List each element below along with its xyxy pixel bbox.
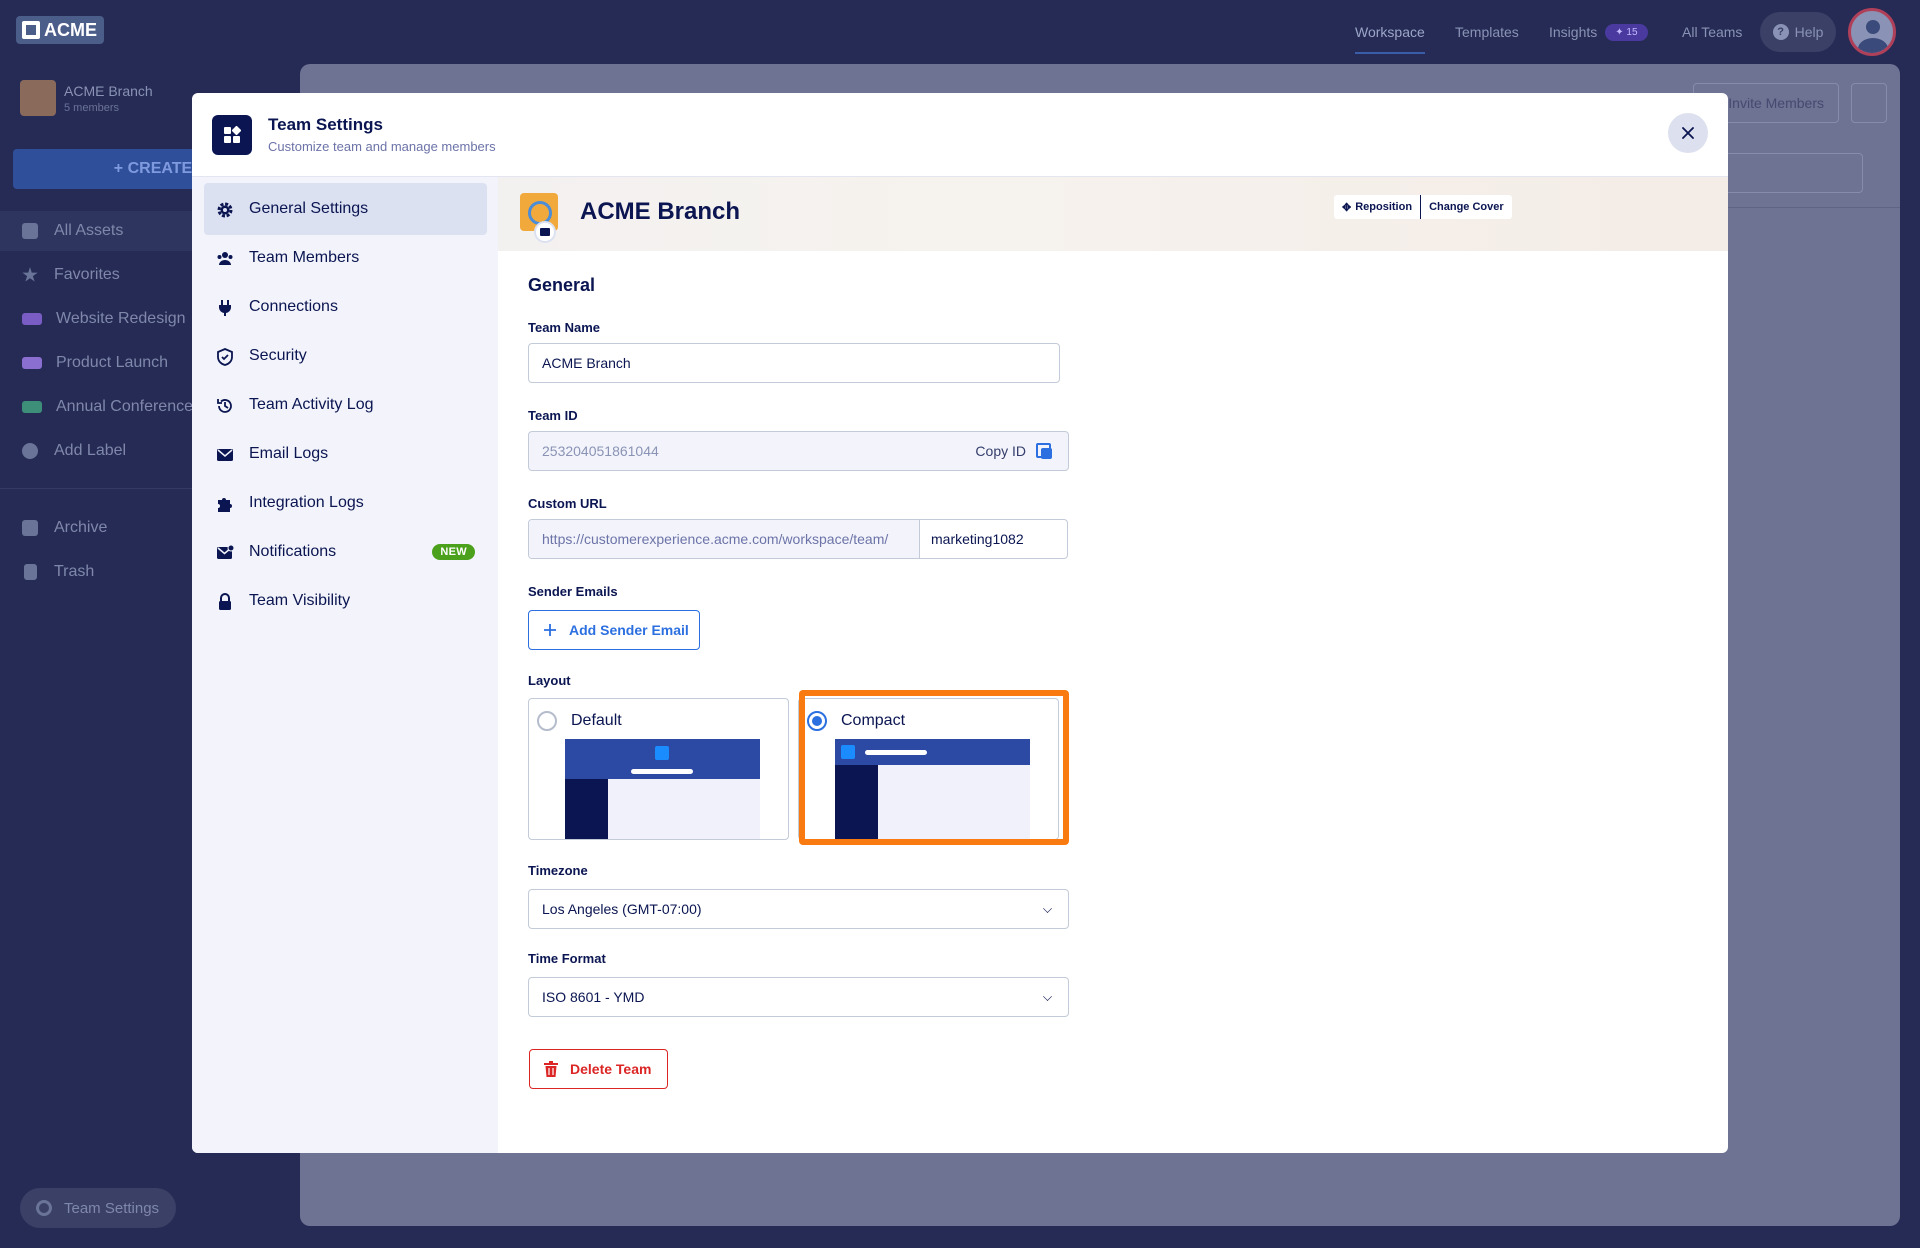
history-icon [217, 399, 232, 413]
copy-icon [1036, 443, 1052, 459]
chevron-down-icon [1043, 904, 1052, 913]
nav-templates[interactable]: Templates [1455, 0, 1519, 64]
section-heading-general: General [528, 275, 596, 295]
layout-compact-label: Compact [841, 712, 906, 729]
settings-nav: General Settings Team Members Connection… [192, 177, 498, 1153]
custom-url-label: Custom URL [528, 496, 607, 511]
chevron-down-icon [1043, 992, 1052, 1001]
gear-icon [217, 202, 233, 218]
label-icon [22, 313, 42, 325]
insights-badge: ✦ 15 [1605, 23, 1648, 41]
layout-compact-radio[interactable] [807, 711, 827, 731]
layout-compact-preview [835, 739, 1030, 839]
nav-integration-logs[interactable]: Integration Logs [204, 477, 487, 529]
change-avatar-icon[interactable] [534, 221, 556, 243]
copy-id-button[interactable]: Copy ID [975, 432, 1052, 470]
nav-security[interactable]: Security [204, 330, 487, 382]
plus-icon [544, 624, 556, 636]
layout-option-compact[interactable]: Compact [798, 698, 1059, 840]
gear-icon [36, 1200, 52, 1216]
nav-team-members[interactable]: Team Members [204, 232, 487, 284]
puzzle-icon [218, 498, 232, 512]
nav-email-logs[interactable]: Email Logs [204, 428, 487, 480]
reposition-button[interactable]: ✥ Reposition [1334, 195, 1420, 219]
team-thumbnail[interactable] [20, 80, 56, 116]
help-button[interactable]: ? Help [1760, 12, 1836, 52]
refresh-icon[interactable] [1851, 83, 1887, 123]
nav-notifications[interactable]: Notifications NEW [204, 526, 487, 578]
users-icon [217, 252, 233, 265]
timezone-label: Timezone [528, 863, 588, 878]
modal-subtitle: Customize team and manage members [268, 139, 496, 154]
cover-actions: ✥ Reposition Change Cover [1334, 195, 1512, 219]
timezone-select[interactable]: Los Angeles (GMT-07:00) [528, 889, 1069, 929]
cover-team-name: ACME Branch [580, 198, 741, 225]
team-id-field: 253204051861044 Copy ID [528, 431, 1069, 471]
acme-logo[interactable]: ACME [16, 16, 104, 44]
nav-insights-label: Insights [1549, 24, 1598, 40]
settings-content: ACME Branch ✥ Reposition Change Cover Gen… [498, 177, 1728, 1153]
change-cover-button[interactable]: Change Cover [1421, 195, 1512, 219]
lock-icon [219, 593, 231, 610]
time-format-select[interactable]: ISO 8601 - YMD [528, 977, 1069, 1017]
nav-workspace[interactable]: Workspace [1355, 0, 1425, 64]
label-icon [22, 401, 42, 413]
custom-url-slug-input[interactable]: marketing1082 [920, 520, 1067, 558]
time-format-label: Time Format [528, 951, 606, 966]
team-members-count: 5 members [64, 102, 120, 114]
shield-icon [217, 348, 233, 366]
modal-header: Team Settings Customize team and manage … [192, 93, 1728, 177]
custom-url-prefix: https://customerexperience.acme.com/work… [529, 520, 920, 558]
layout-default-preview [565, 739, 760, 839]
star-icon [22, 267, 38, 282]
team-settings-pill[interactable]: Team Settings [20, 1188, 176, 1228]
top-bar: ACME Workspace Templates Insights ✦ 15 Al… [0, 0, 1920, 64]
team-settings-icon [212, 115, 252, 155]
user-avatar[interactable] [1848, 8, 1896, 56]
team-settings-modal: Team Settings Customize team and manage … [192, 93, 1728, 1153]
add-sender-email-button[interactable]: Add Sender Email [528, 610, 700, 650]
trash-icon [24, 564, 37, 580]
new-badge: NEW [432, 544, 475, 560]
trash-icon [544, 1061, 558, 1077]
layout-label: Layout [528, 673, 571, 688]
grid-icon [22, 223, 38, 239]
close-button[interactable] [1668, 113, 1708, 153]
modal-title: Team Settings [268, 115, 383, 134]
delete-team-button[interactable]: Delete Team [529, 1049, 668, 1089]
logo-mark-icon [22, 21, 40, 39]
layout-default-label: Default [571, 712, 622, 729]
nav-connections[interactable]: Connections [204, 281, 487, 333]
archive-icon [22, 520, 38, 536]
layout-default-radio[interactable] [537, 711, 557, 731]
team-cover: ACME Branch ✥ Reposition Change Cover [498, 177, 1728, 251]
plus-circle-icon [22, 443, 38, 459]
label-icon [22, 357, 42, 369]
nav-all-teams[interactable]: All Teams [1682, 0, 1742, 64]
team-name-input[interactable]: ACME Branch [528, 343, 1060, 383]
help-icon: ? [1772, 24, 1789, 40]
plug-icon [219, 300, 231, 316]
move-icon: ✥ [1342, 201, 1352, 214]
team-name-label: Team Name [528, 320, 601, 335]
custom-url-field: https://customerexperience.acme.com/work… [528, 519, 1068, 559]
mail-notification-icon [217, 544, 234, 559]
close-icon [1682, 127, 1694, 139]
team-name[interactable]: ACME Branch [64, 83, 153, 99]
nav-general-settings[interactable]: General Settings [204, 183, 487, 235]
sender-emails-label: Sender Emails [528, 584, 618, 599]
nav-team-visibility[interactable]: Team Visibility [204, 575, 487, 627]
envelope-icon [217, 449, 233, 461]
layout-option-default[interactable]: Default [528, 698, 789, 840]
team-id-label: Team ID [528, 408, 578, 423]
nav-team-activity-log[interactable]: Team Activity Log [204, 379, 487, 431]
nav-insights[interactable]: Insights ✦ 15 [1549, 0, 1648, 64]
